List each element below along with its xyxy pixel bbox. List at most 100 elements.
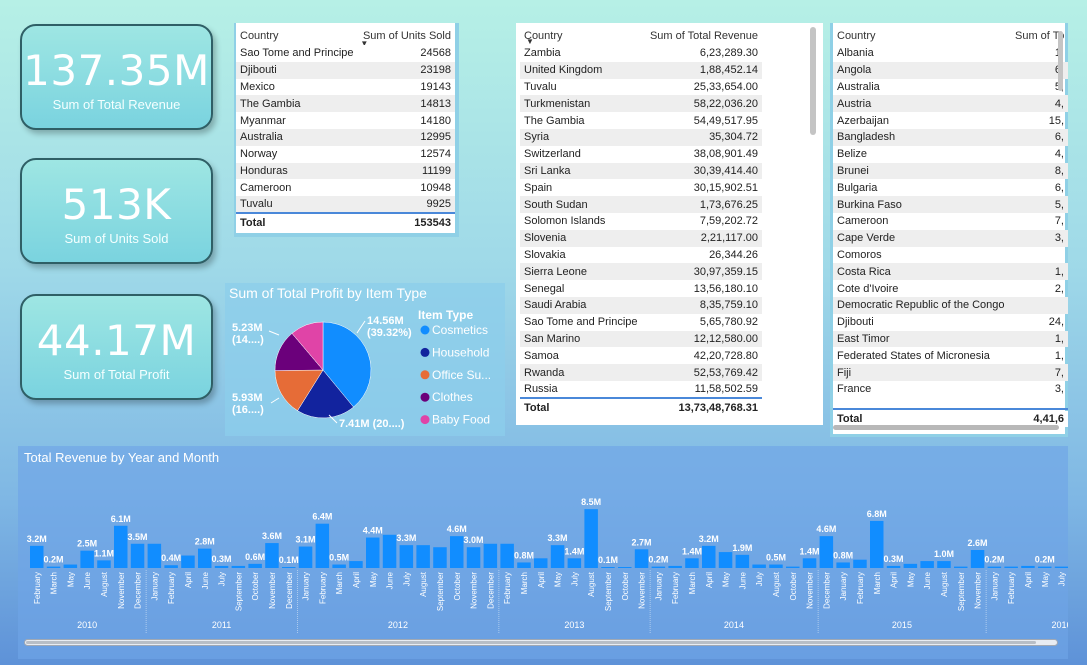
table-row[interactable]: Belize 4, [833,146,1068,163]
bar-2013-august[interactable] [584,509,598,568]
table-row[interactable]: Spain 30,15,902.51 [520,179,762,196]
bar-2010-december[interactable] [130,543,145,568]
table-row[interactable]: Switzerland 38,08,901.49 [520,146,762,163]
bar-2010-march[interactable] [46,566,61,568]
bar-2013-may[interactable] [550,545,565,568]
table-row[interactable]: Djibouti 23198 [236,61,455,79]
legend-item[interactable]: Clothes [432,390,473,404]
bar-2016-january[interactable] [987,566,1002,568]
bar-2010-june[interactable] [80,550,94,568]
bar-2013-april[interactable] [534,558,548,568]
bar-2014-april[interactable] [702,545,716,568]
bar-2013-march[interactable] [517,562,531,568]
scrollbar-thumb[interactable] [26,641,1036,644]
bar-2015-june[interactable] [920,561,934,568]
bar-2012-may[interactable] [366,537,380,568]
table-row[interactable]: Samoa 42,20,728.80 [520,347,762,364]
kpi-total-revenue[interactable]: 137.35M Sum of Total Revenue [20,24,213,130]
table-row[interactable]: Cote d'Ivoire 2, [833,280,1068,297]
bar-2013-october[interactable] [618,567,632,568]
bar-2015-may[interactable] [903,563,918,568]
bar-2012-september[interactable] [433,547,447,568]
legend-item[interactable]: Cosmetics [432,323,488,337]
bar-2012-march[interactable] [332,564,346,568]
bar-2012-july[interactable] [399,545,414,568]
bar-2011-february[interactable] [164,565,178,568]
profit-by-item-type-chart[interactable]: Sum of Total Profit by Item Type 14.56M(… [225,283,505,436]
bar-2012-october[interactable] [450,536,464,568]
bar-2011-september[interactable] [231,565,246,568]
column-header-units-sold[interactable]: Sum of Units Sold ▼ [358,23,455,45]
bar-2014-august[interactable] [769,564,783,568]
bar-2011-june[interactable] [198,548,212,568]
table-row[interactable]: Comoros [833,247,1068,264]
table-row[interactable]: Australia 12995 [236,128,455,146]
bar-2016-february[interactable] [1004,566,1018,568]
bar-2012-november[interactable] [466,547,481,568]
column-header-revenue[interactable]: Sum of Total Revenue [644,23,762,45]
bar-2011-july[interactable] [214,565,229,568]
table-row[interactable]: Slovenia 2,21,117.00 [520,229,762,247]
table-row[interactable]: Turkmenistan 58,22,036.20 [520,95,762,113]
bar-2013-november[interactable] [634,549,649,568]
table-row[interactable]: Cape Verde 3, [833,229,1068,247]
bar-2014-may[interactable] [718,552,733,568]
bar-2014-june[interactable] [735,554,750,568]
bar-2010-november[interactable] [114,525,128,568]
bar-2014-november[interactable] [802,558,817,568]
table-row[interactable]: Burkina Faso 5, [833,196,1068,213]
table-row[interactable]: United Kingdom 1,88,452.14 [520,61,762,79]
bar-2012-august[interactable] [416,545,430,568]
column-header-country[interactable]: Country ▼ [520,23,644,45]
table-row[interactable]: Solomon Islands 7,59,202.72 [520,213,762,230]
table-row[interactable]: Sri Lanka 30,39,414.40 [520,162,762,180]
bar-2015-april[interactable] [886,565,901,568]
table-row[interactable]: Fiji 7, [833,364,1068,381]
bar-2014-october[interactable] [786,566,800,568]
kpi-units-sold[interactable]: 513K Sum of Units Sold [20,158,213,264]
table-row[interactable]: South Sudan 1,73,676.25 [520,196,762,213]
table-row[interactable]: Rwanda 52,53,769.42 [520,364,762,381]
bar-2012-february[interactable] [315,523,330,568]
table-row[interactable]: Syria 35,304.72 [520,128,762,146]
bar-2013-july[interactable] [567,558,582,568]
table-row[interactable]: Bangladesh 6, [833,128,1068,146]
bar-2015-january[interactable] [836,562,850,568]
vertical-scrollbar[interactable] [810,27,816,135]
table-row[interactable]: Brunei 8, [833,162,1068,180]
table-row[interactable]: Russia 11,58,502.59 [520,381,762,398]
table-row[interactable]: France 3, [833,381,1068,398]
table-row[interactable]: Australia5, [833,79,1068,96]
table-row[interactable]: San Marino 12,12,580.00 [520,330,762,348]
bar-2012-december[interactable] [483,543,498,568]
bar-2011-december[interactable] [282,567,296,568]
bar-2014-march[interactable] [685,558,699,568]
kpi-total-profit[interactable]: 44.17M Sum of Total Profit [20,294,213,400]
table-row[interactable]: The Gambia 14813 [236,95,455,113]
vertical-scrollbar[interactable] [1058,31,1063,91]
table-row[interactable]: Mexico 19143 [236,79,455,96]
table-row[interactable]: East Timor 1, [833,330,1068,348]
bar-2016-april[interactable] [1021,565,1035,568]
bar-2014-july[interactable] [752,564,766,568]
bar-2011-april[interactable] [181,555,195,568]
bar-2015-december[interactable] [819,536,834,568]
table-row[interactable]: Costa Rica 1, [833,263,1068,281]
table-row[interactable]: Sierra Leone 30,97,359.15 [520,263,762,281]
bar-2010-may[interactable] [63,564,78,568]
bar-2011-january[interactable] [147,543,162,568]
table-row[interactable]: Democratic Republic of the Congo [833,296,1068,314]
table-row[interactable]: Saudi Arabia 8,35,759.10 [520,296,762,314]
revenue-by-year-month-chart[interactable]: Total Revenue by Year and Month 3.2M Febr… [18,446,1068,659]
horizontal-scrollbar[interactable] [833,425,1059,430]
table-row[interactable]: The Gambia 54,49,517.95 [520,112,762,129]
table-row[interactable]: Tuvalu 25,33,654.00 [520,79,762,96]
table-row[interactable]: Zambia 6,23,289.30 [520,45,762,62]
bar-2015-september[interactable] [954,566,968,568]
table-row[interactable]: Sao Tome and Principe 5,65,780.92 [520,314,762,331]
legend-item[interactable]: Baby Food [432,413,490,427]
legend-item[interactable]: Office Su... [432,368,491,382]
bar-2011-october[interactable] [248,563,262,568]
bar-2015-march[interactable] [870,520,884,568]
column-header-country[interactable]: Country [236,23,358,45]
